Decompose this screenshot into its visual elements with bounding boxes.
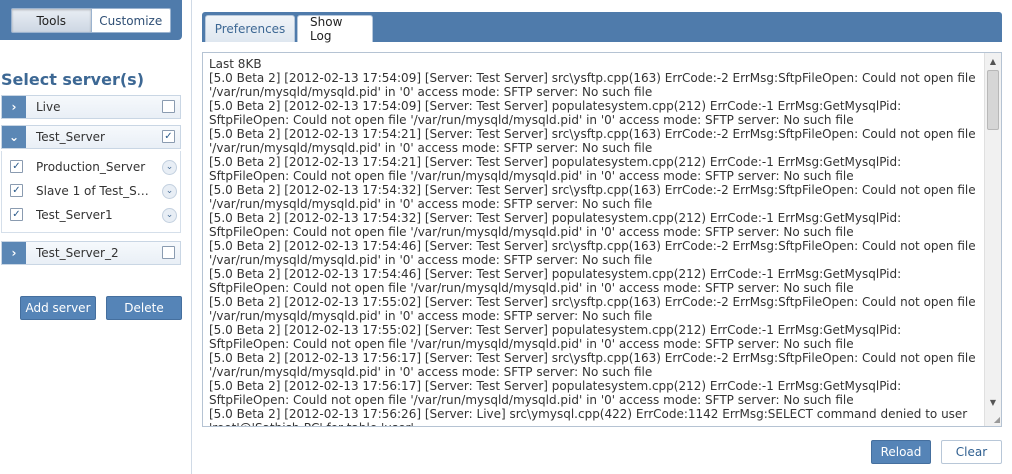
chevron-right-icon[interactable]: › xyxy=(2,96,26,118)
tab-preferences[interactable]: Preferences xyxy=(205,15,295,42)
tools-toggle-button[interactable]: Tools xyxy=(12,9,92,32)
server-group-name: Test_Server_2 xyxy=(36,246,119,260)
log-content: Last 8KB [5.0 Beta 2] [2012-02-13 17:54:… xyxy=(209,57,981,426)
tab-show-log[interactable]: Show Log xyxy=(297,15,373,43)
log-line: [5.0 Beta 2] [2012-02-13 17:54:21] [Serv… xyxy=(209,127,976,155)
server-sidebar: Tools Customize Select server(s) › Live … xyxy=(0,0,191,474)
log-line: [5.0 Beta 2] [2012-02-13 17:55:02] [Serv… xyxy=(209,323,902,351)
chevron-right-icon[interactable]: › xyxy=(2,242,26,264)
test-server-children: ✓ Production_Server ⌄ ✓ Slave 1 of Test_… xyxy=(1,151,181,233)
log-scrollbar[interactable]: ▲ ▼ xyxy=(984,53,1001,426)
log-line: [5.0 Beta 2] [2012-02-13 17:54:46] [Serv… xyxy=(209,267,902,295)
server-name: Production_Server xyxy=(36,160,146,174)
log-header: Last 8KB xyxy=(209,57,262,71)
server-group-checkbox[interactable]: ✓ xyxy=(162,130,175,143)
chevron-down-icon[interactable]: ⌄ xyxy=(162,208,177,223)
log-line: [5.0 Beta 2] [2012-02-13 17:54:09] [Serv… xyxy=(209,99,902,127)
scroll-thumb[interactable] xyxy=(987,70,999,130)
main-panel: Preferences Show Log Last 8KB [5.0 Beta … xyxy=(191,0,1012,474)
reload-button[interactable]: Reload xyxy=(871,440,931,464)
list-item[interactable]: ✓ Production_Server ⌄ xyxy=(2,155,180,179)
mode-toggle-bar: Tools Customize xyxy=(0,0,182,40)
select-servers-heading: Select server(s) xyxy=(1,70,144,89)
chevron-down-icon[interactable]: ⌄ xyxy=(162,184,177,199)
customize-toggle-button[interactable]: Customize xyxy=(92,9,171,32)
server-checkbox[interactable]: ✓ xyxy=(10,160,23,173)
server-name: Slave 1 of Test_Ser... xyxy=(36,184,154,198)
server-checkbox[interactable]: ✓ xyxy=(10,184,23,197)
chevron-down-icon[interactable]: ⌄ xyxy=(162,160,177,175)
server-group-live[interactable]: › Live xyxy=(1,95,181,119)
delete-button[interactable]: Delete xyxy=(106,296,182,320)
mode-toggle: Tools Customize xyxy=(11,8,171,33)
log-line: [5.0 Beta 2] [2012-02-13 17:54:32] [Serv… xyxy=(209,211,902,239)
list-item[interactable]: ✓ Test_Server1 ⌄ xyxy=(2,203,180,227)
scroll-down-icon[interactable]: ▼ xyxy=(985,394,1001,410)
log-line: [5.0 Beta 2] [2012-02-13 17:54:09] [Serv… xyxy=(209,71,976,99)
server-group-test-server[interactable]: ⌄ Test_Server ✓ xyxy=(1,125,181,149)
log-line: [5.0 Beta 2] [2012-02-13 17:54:32] [Serv… xyxy=(209,183,976,211)
clear-button[interactable]: Clear xyxy=(941,440,1002,464)
log-textarea[interactable]: Last 8KB [5.0 Beta 2] [2012-02-13 17:54:… xyxy=(202,52,1002,427)
scroll-up-icon[interactable]: ▲ xyxy=(985,53,1001,69)
log-line: [5.0 Beta 2] [2012-02-13 17:54:46] [Serv… xyxy=(209,239,976,267)
chevron-down-icon[interactable]: ⌄ xyxy=(2,126,26,148)
add-server-button[interactable]: Add server xyxy=(20,296,96,320)
list-item[interactable]: ✓ Slave 1 of Test_Ser... ⌄ xyxy=(2,179,180,203)
server-group-name: Test_Server xyxy=(36,130,105,144)
resize-grip-icon[interactable]: ◢ xyxy=(990,415,1000,425)
server-group-checkbox[interactable] xyxy=(162,246,175,259)
log-line: [5.0 Beta 2] [2012-02-13 17:55:02] [Serv… xyxy=(209,295,976,323)
log-line: [5.0 Beta 2] [2012-02-13 17:56:17] [Serv… xyxy=(209,351,976,379)
server-group-test-server-2[interactable]: › Test_Server_2 xyxy=(1,241,181,265)
log-line: [5.0 Beta 2] [2012-02-13 17:54:21] [Serv… xyxy=(209,155,902,183)
log-line: [5.0 Beta 2] [2012-02-13 17:56:17] [Serv… xyxy=(209,379,902,407)
server-checkbox[interactable]: ✓ xyxy=(10,208,23,221)
log-line: [5.0 Beta 2] [2012-02-13 17:56:26] [Serv… xyxy=(209,407,968,426)
tab-bar: Preferences Show Log xyxy=(202,12,1002,43)
server-name: Test_Server1 xyxy=(36,208,113,222)
server-group-name: Live xyxy=(36,100,61,114)
server-group-checkbox[interactable] xyxy=(162,100,175,113)
